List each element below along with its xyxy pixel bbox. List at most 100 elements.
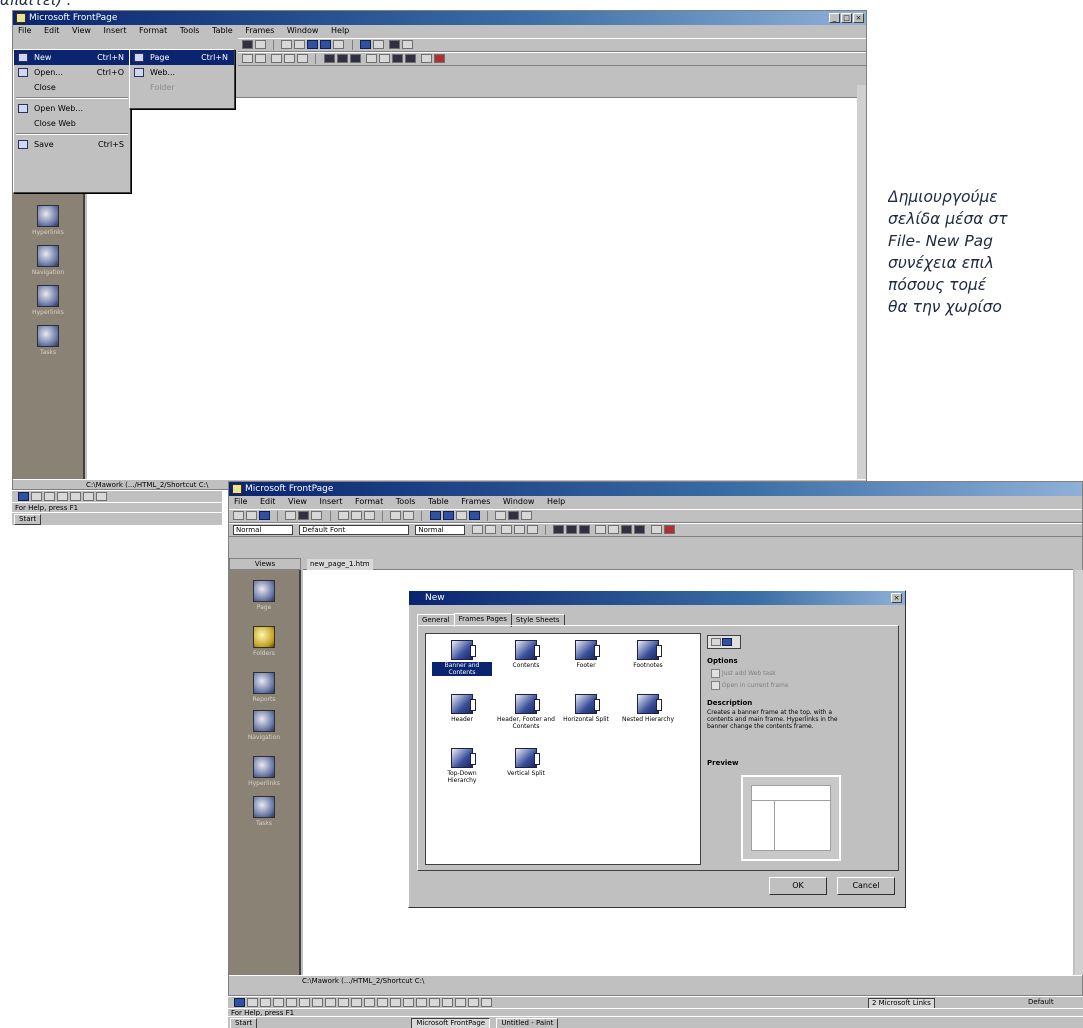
title-bar[interactable]: Microsoft FrontPage	[229, 482, 1082, 496]
template-horizontal-split[interactable]: Horizontal Split	[556, 694, 616, 723]
tray-item[interactable]: Default	[1028, 998, 1054, 1007]
frame-icon[interactable]	[320, 40, 332, 49]
title-bar[interactable]: Microsoft FrontPage _ □ ×	[13, 11, 866, 25]
toolbar-icon[interactable]	[325, 998, 336, 1007]
font-color-icon[interactable]	[433, 54, 445, 63]
align-right-icon[interactable]	[579, 525, 591, 534]
menu-item-new[interactable]: New Ctrl+N	[14, 50, 130, 65]
menu-format[interactable]: Format	[355, 497, 383, 506]
toolbar-icon[interactable]	[312, 998, 323, 1007]
menu-view[interactable]: View	[288, 497, 307, 506]
template-banner-and-contents[interactable]: Banner and Contents	[432, 640, 492, 676]
font-select[interactable]: Default Font	[299, 525, 410, 535]
toolbar-icon[interactable]	[377, 998, 388, 1007]
bold-icon[interactable]	[271, 54, 283, 63]
underline-icon[interactable]	[526, 525, 538, 534]
menu-frames[interactable]: Frames	[245, 26, 274, 35]
toolbar-icon[interactable]	[96, 492, 107, 501]
decrease-indent-icon[interactable]	[391, 54, 403, 63]
show-all-icon[interactable]	[507, 511, 519, 520]
copy-icon[interactable]	[350, 511, 362, 520]
start-button[interactable]: Start	[230, 1018, 258, 1028]
toolbar-icon[interactable]	[468, 998, 479, 1007]
option-just-add-web-task[interactable]: Just add Web task	[711, 669, 776, 678]
hyperlink-icon[interactable]	[359, 40, 371, 49]
frame-icon[interactable]	[442, 511, 454, 520]
template-nested-hierarchy[interactable]: Nested Hierarchy	[618, 694, 678, 723]
increase-indent-icon[interactable]	[404, 54, 416, 63]
hyperlink-icon[interactable]	[468, 511, 480, 520]
navigation-icon[interactable]	[253, 710, 275, 732]
toolbar-icon[interactable]	[442, 998, 453, 1007]
toolbar-icon[interactable]	[364, 998, 375, 1007]
menu-file[interactable]: File	[18, 26, 31, 35]
undo-icon[interactable]	[390, 511, 402, 520]
template-header[interactable]: Header	[432, 694, 492, 723]
underline-icon[interactable]	[297, 54, 309, 63]
toolbar-icon[interactable]	[481, 998, 492, 1007]
menu-item-open-web[interactable]: Open Web...	[14, 101, 130, 116]
reports-icon[interactable]	[253, 672, 275, 694]
checkbox-icon[interactable]	[711, 669, 720, 678]
submenu-item-folder[interactable]: Folder	[130, 80, 234, 95]
close-button[interactable]: ×	[853, 13, 864, 23]
menu-help[interactable]: Help	[331, 26, 349, 35]
template-vertical-split[interactable]: Vertical Split	[496, 748, 556, 777]
undo-icon[interactable]	[281, 40, 293, 49]
font-size-up-icon[interactable]	[255, 54, 266, 63]
bulleted-list-icon[interactable]	[608, 525, 620, 534]
start-button[interactable]: Start	[14, 514, 42, 525]
menu-item-save[interactable]: Save Ctrl+S	[14, 137, 130, 152]
toolbar-icon[interactable]	[234, 998, 245, 1007]
open-icon[interactable]	[246, 511, 257, 520]
preview-icon[interactable]	[242, 40, 253, 49]
font-size-up-icon[interactable]	[484, 525, 496, 534]
template-contents[interactable]: Contents	[496, 640, 556, 669]
toolbar-icon[interactable]	[351, 998, 362, 1007]
table-icon[interactable]	[429, 511, 441, 520]
checkbox-icon[interactable]	[711, 681, 720, 690]
numbered-list-icon[interactable]	[595, 525, 607, 534]
menu-edit[interactable]: Edit	[260, 497, 276, 506]
new-page-icon[interactable]	[233, 511, 244, 520]
image-icon[interactable]	[333, 40, 345, 49]
align-center-icon[interactable]	[336, 54, 348, 63]
font-size-select[interactable]: Normal	[415, 525, 466, 535]
italic-icon[interactable]	[284, 54, 296, 63]
menu-edit[interactable]: Edit	[44, 26, 60, 35]
toolbar-icon[interactable]	[70, 492, 81, 501]
table-icon[interactable]	[307, 40, 319, 49]
menu-item-close[interactable]: Close	[14, 80, 130, 95]
paste-icon[interactable]	[363, 511, 375, 520]
menu-insert[interactable]: Insert	[320, 497, 343, 506]
list-icon[interactable]	[722, 638, 732, 646]
show-all-icon[interactable]	[388, 40, 400, 49]
folders-icon[interactable]	[253, 626, 275, 648]
vertical-scrollbar[interactable]	[1075, 570, 1083, 975]
spelling-icon[interactable]	[311, 511, 323, 520]
toolbar-icon[interactable]	[44, 492, 55, 501]
view-mode-toggle[interactable]	[707, 635, 741, 649]
toolbar-icon[interactable]	[455, 998, 466, 1007]
toolbar-icon[interactable]	[57, 492, 68, 501]
toolbar-icon[interactable]	[286, 998, 297, 1007]
tasks-icon[interactable]	[253, 796, 275, 818]
highlight-icon[interactable]	[420, 54, 432, 63]
menu-help[interactable]: Help	[547, 497, 565, 506]
bulleted-list-icon[interactable]	[378, 54, 390, 63]
submenu-item-web[interactable]: Web...	[130, 65, 234, 80]
app-icon[interactable]	[232, 484, 242, 494]
image-icon[interactable]	[455, 511, 467, 520]
menu-tools[interactable]: Tools	[180, 26, 200, 35]
minimize-button[interactable]: _	[829, 13, 840, 23]
taskbar-button-frontpage[interactable]: Microsoft FrontPage	[411, 1018, 491, 1028]
menu-window[interactable]: Window	[503, 497, 535, 506]
highlight-icon[interactable]	[650, 525, 662, 534]
italic-icon[interactable]	[513, 525, 525, 534]
menu-window[interactable]: Window	[287, 26, 319, 35]
cut-icon[interactable]	[337, 511, 349, 520]
refresh-icon[interactable]	[372, 40, 384, 49]
spelling-icon[interactable]	[255, 40, 266, 49]
template-footer[interactable]: Footer	[556, 640, 616, 669]
maximize-button[interactable]: □	[841, 13, 852, 23]
